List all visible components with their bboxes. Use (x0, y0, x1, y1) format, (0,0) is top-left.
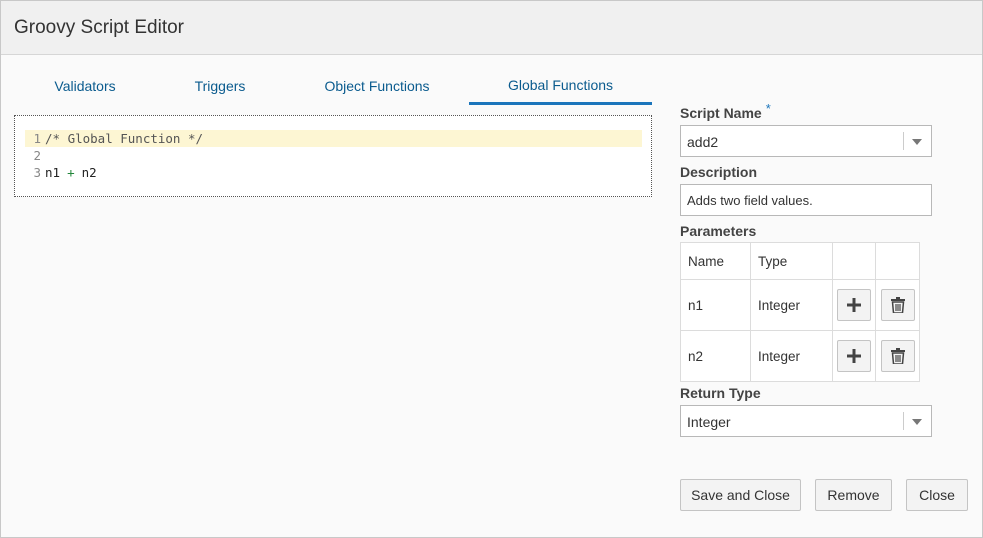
return-type-label: Return Type (680, 385, 761, 401)
dialog-header: Groovy Script Editor (1, 1, 982, 55)
tab-object-functions[interactable]: Object Functions (284, 67, 470, 105)
column-header-name: Name (680, 242, 751, 280)
column-header-type: Type (750, 242, 833, 280)
code-identifier: n1 (45, 165, 61, 180)
chevron-down-icon[interactable] (912, 419, 922, 425)
delete-cell (875, 279, 920, 331)
param-type-cell: Integer (750, 279, 833, 331)
add-parameter-button[interactable] (837, 289, 871, 321)
script-name-label-text: Script Name (680, 105, 762, 121)
code-editor[interactable]: 1 /* Global Function */ 2 3 n1 + n2 (14, 115, 652, 197)
code-operator: + (67, 165, 75, 180)
script-name-value: add2 (687, 134, 719, 150)
table-row: n1 Integer (680, 279, 920, 331)
code-line: 2 (25, 147, 642, 164)
description-label: Description (680, 164, 758, 180)
add-parameter-button[interactable] (837, 340, 871, 372)
code-identifier: n2 (81, 165, 97, 180)
code-line: 3 n1 + n2 (25, 164, 642, 181)
trash-icon (890, 348, 905, 364)
save-and-close-button[interactable]: Save and Close (680, 479, 801, 511)
delete-cell (875, 330, 920, 382)
column-header-add (832, 242, 876, 280)
parameters-table: Name Type n1 Integer n2 Integer (680, 242, 920, 382)
line-number: 3 (33, 165, 41, 180)
line-number: 1 (33, 131, 41, 146)
close-button[interactable]: Close (906, 479, 968, 511)
dialog-title: Groovy Script Editor (14, 17, 184, 38)
trash-icon (890, 297, 905, 313)
groovy-script-editor-dialog: Groovy Script Editor Validators Triggers… (0, 0, 983, 538)
code-line: 1 /* Global Function */ (25, 130, 642, 147)
plus-icon (847, 349, 861, 363)
add-cell (832, 330, 876, 382)
tab-validators[interactable]: Validators (14, 67, 156, 105)
description-value: Adds two field values. (687, 193, 813, 208)
add-cell (832, 279, 876, 331)
param-name-cell: n2 (680, 330, 751, 382)
description-field[interactable]: Adds two field values. (680, 184, 932, 216)
column-header-delete (875, 242, 920, 280)
script-name-label: Script Name * (680, 101, 771, 121)
delete-parameter-button[interactable] (880, 340, 915, 372)
remove-button[interactable]: Remove (815, 479, 892, 511)
chevron-down-icon[interactable] (912, 139, 922, 145)
script-name-select[interactable]: add2 (680, 125, 932, 157)
line-number: 2 (33, 148, 41, 163)
return-type-value: Integer (687, 414, 731, 430)
plus-icon (847, 298, 861, 312)
select-divider (903, 132, 904, 150)
tab-bar: Validators Triggers Object Functions Glo… (14, 67, 654, 105)
required-marker: * (765, 101, 771, 116)
param-name-cell: n1 (680, 279, 751, 331)
param-type-cell: Integer (750, 330, 833, 382)
delete-parameter-button[interactable] (880, 289, 915, 321)
table-row: n2 Integer (680, 330, 920, 382)
return-type-select[interactable]: Integer (680, 405, 932, 437)
table-header-row: Name Type (680, 242, 920, 280)
tab-global-functions[interactable]: Global Functions (469, 67, 652, 105)
select-divider (903, 412, 904, 430)
parameters-label: Parameters (680, 223, 757, 239)
tab-triggers[interactable]: Triggers (156, 67, 284, 105)
code-comment: /* Global Function */ (45, 131, 204, 146)
